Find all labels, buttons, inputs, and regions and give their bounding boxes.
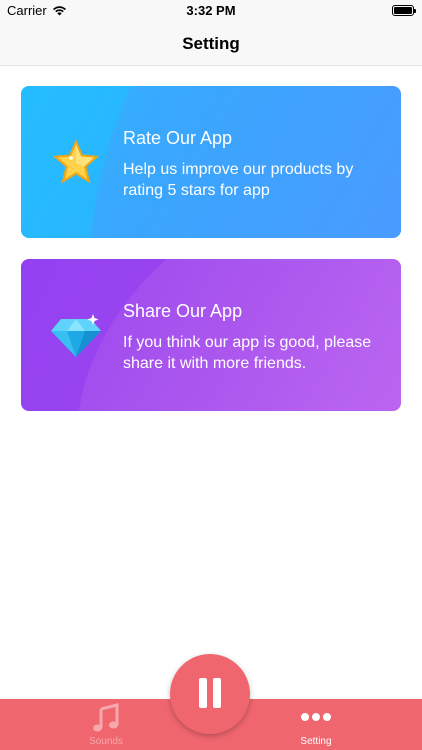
star-icon — [53, 139, 99, 184]
tab-label: Sounds — [89, 736, 123, 747]
battery-icon — [392, 5, 416, 16]
card-description: Help us improve our products by rating 5… — [123, 161, 354, 199]
share-app-card[interactable]: Share Our App If you think our app is go… — [21, 259, 401, 411]
diamond-icon — [51, 314, 101, 357]
status-bar: Carrier 3:32 PM — [0, 0, 422, 22]
music-note-icon — [93, 703, 119, 732]
nav-bar: Setting — [0, 22, 422, 66]
pause-button[interactable] — [170, 654, 250, 734]
rate-app-card[interactable]: Rate Our App Help us improve our product… — [21, 86, 401, 238]
card-description: If you think our app is good, please sha… — [123, 334, 372, 372]
status-time: 3:32 PM — [186, 3, 236, 18]
more-dots-icon — [301, 713, 331, 721]
tab-sounds[interactable]: Sounds — [46, 699, 166, 750]
card-title: Share Our App — [123, 301, 243, 321]
tab-label: Setting — [300, 736, 332, 747]
tab-setting[interactable]: Setting — [256, 699, 376, 750]
page-title: Setting — [182, 34, 240, 53]
card-title: Rate Our App — [123, 128, 233, 148]
